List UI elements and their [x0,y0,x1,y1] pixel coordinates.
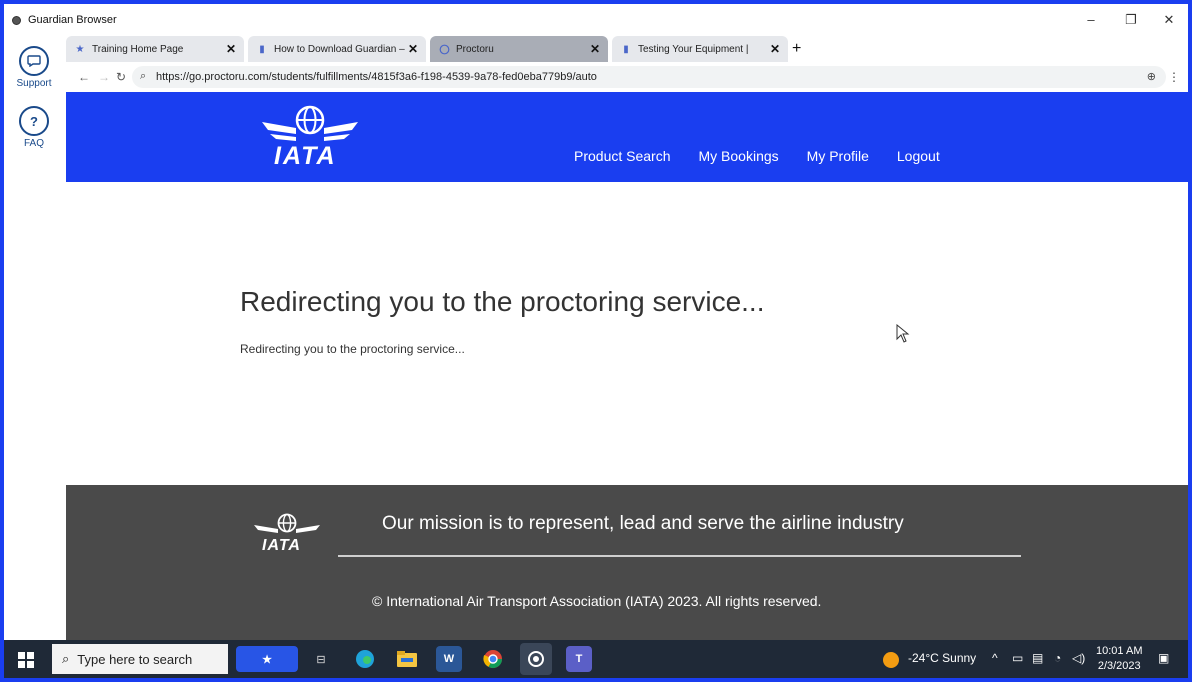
windows-taskbar: ⌕ Type here to search ★ ⊟ W T -24°C Sunn… [4,640,1188,678]
nav-my-profile[interactable]: My Profile [807,148,869,164]
taskbar-clock[interactable]: 10:01 AM 2/3/2023 [1096,644,1142,674]
nav-logout[interactable]: Logout [897,148,940,164]
guardian-taskbar-icon[interactable] [520,643,552,675]
show-hidden-icons-icon[interactable]: ^ [992,651,998,665]
tab-download-guardian[interactable]: ▮ How to Download Guardian – ✕ [248,36,426,62]
close-tab-icon[interactable]: ✕ [408,42,418,56]
redirect-message: Redirecting you to the proctoring servic… [240,342,465,356]
tab-label: Training Home Page [92,43,184,55]
copyright-text: © International Air Transport Associatio… [372,593,822,609]
address-bar-row: ← → ↻ ⌕ ⊕ ⋮ [64,62,1188,92]
taskbar-search-placeholder: Type here to search [77,651,193,667]
faq-label: FAQ [23,138,44,149]
support-button[interactable]: Support [4,46,64,89]
bookmark-tag-icon: ▮ [623,43,629,55]
footer-logo-text: IATA [262,537,301,554]
back-arrow-icon[interactable]: ← [78,70,90,84]
close-window-button[interactable]: ✕ [1154,10,1184,30]
chrome-icon[interactable] [480,646,506,672]
chat-bubble-icon [19,46,49,76]
battery-icon[interactable]: ▭ [1012,651,1023,665]
tab-label: Proctoru [456,43,494,55]
notifications-icon[interactable]: ▣ [1158,651,1169,665]
windows-start-icon[interactable] [18,652,34,668]
iata-logo-text: IATA [274,142,337,170]
support-label: Support [16,78,52,89]
tab-label: How to Download Guardian – [274,43,405,55]
iata-star-icon: ★ [75,43,85,55]
file-explorer-icon[interactable] [394,646,420,672]
network-icon[interactable]: ▤ [1032,651,1043,665]
menu-dots-icon[interactable]: ⋮ [1168,70,1180,84]
volume-icon[interactable]: ◁) [1072,651,1085,665]
tab-training-home[interactable]: ★ Training Home Page ✕ [66,36,244,62]
tab-strip: ★ Training Home Page ✕ ▮ How to Download… [64,34,1188,62]
nav-product-search[interactable]: Product Search [574,148,671,164]
close-tab-icon[interactable]: ✕ [590,42,600,56]
restore-button[interactable]: ❐ [1116,10,1146,30]
word-icon[interactable]: W [436,646,462,672]
edge-icon[interactable] [352,646,378,672]
search-icon: ⌕ [140,70,147,82]
reload-icon[interactable]: ↻ [116,70,126,84]
clock-date: 2/3/2023 [1097,660,1141,672]
close-tab-icon[interactable]: ✕ [770,42,780,56]
site-nav: Product Search My Bookings My Profile Lo… [574,148,940,164]
question-icon: ? [19,106,49,136]
window-title: Guardian Browser [28,14,117,26]
url-input[interactable] [156,71,1056,83]
omnibox[interactable]: ⌕ ⊕ [132,66,1166,88]
iata-logo[interactable]: IATA [260,104,360,170]
zoom-icon[interactable]: ⊕ [1147,70,1156,83]
teams-icon[interactable]: T [566,646,592,672]
site-header: IATA Product Search My Bookings My Profi… [66,92,1188,182]
tab-proctoru[interactable]: Proctoru ✕ [430,36,608,62]
taskbar-search-box[interactable]: ⌕ Type here to search [52,644,228,674]
site-footer: IATA Our mission is to represent, lead a… [66,485,1188,643]
minimize-button[interactable]: – [1076,10,1106,30]
close-tab-icon[interactable]: ✕ [226,42,236,56]
tab-testing-equipment[interactable]: ▮ Testing Your Equipment | ✕ [612,36,788,62]
guardian-browser-window: Guardian Browser – ❐ ✕ Support ? FAQ ★ T… [4,4,1188,678]
new-tab-button[interactable]: + [792,40,801,58]
weather-text[interactable]: -24°C Sunny [908,651,976,665]
loading-circle-icon [438,43,450,55]
faq-button[interactable]: ? FAQ [4,106,64,149]
guardian-app-icon [12,16,21,25]
footer-divider [338,555,1021,557]
bookmark-tag-icon: ▮ [259,43,265,55]
page-heading: Redirecting you to the proctoring servic… [240,286,765,317]
guardian-sidebar: Support ? FAQ [4,34,64,638]
title-bar: Guardian Browser – ❐ ✕ [4,4,1188,34]
mouse-pointer-icon [896,324,910,343]
iata-taskbar-icon[interactable]: ★ [236,646,298,672]
wifi-icon[interactable]: ◔ [1054,651,1061,665]
clock-time: 10:01 AM [1096,645,1143,657]
task-view-icon[interactable]: ⊟ [308,646,334,672]
mission-statement: Our mission is to represent, lead and se… [382,513,904,534]
search-icon: ⌕ [62,651,70,666]
forward-arrow-icon[interactable]: → [98,70,110,84]
main-content: Redirecting you to the proctoring servic… [66,182,1188,484]
weather-sun-icon [882,651,900,672]
nav-my-bookings[interactable]: My Bookings [699,148,779,164]
web-page: IATA Product Search My Bookings My Profi… [66,92,1188,643]
footer-iata-logo: IATA [252,513,322,557]
tab-label: Testing Your Equipment | [638,43,749,55]
